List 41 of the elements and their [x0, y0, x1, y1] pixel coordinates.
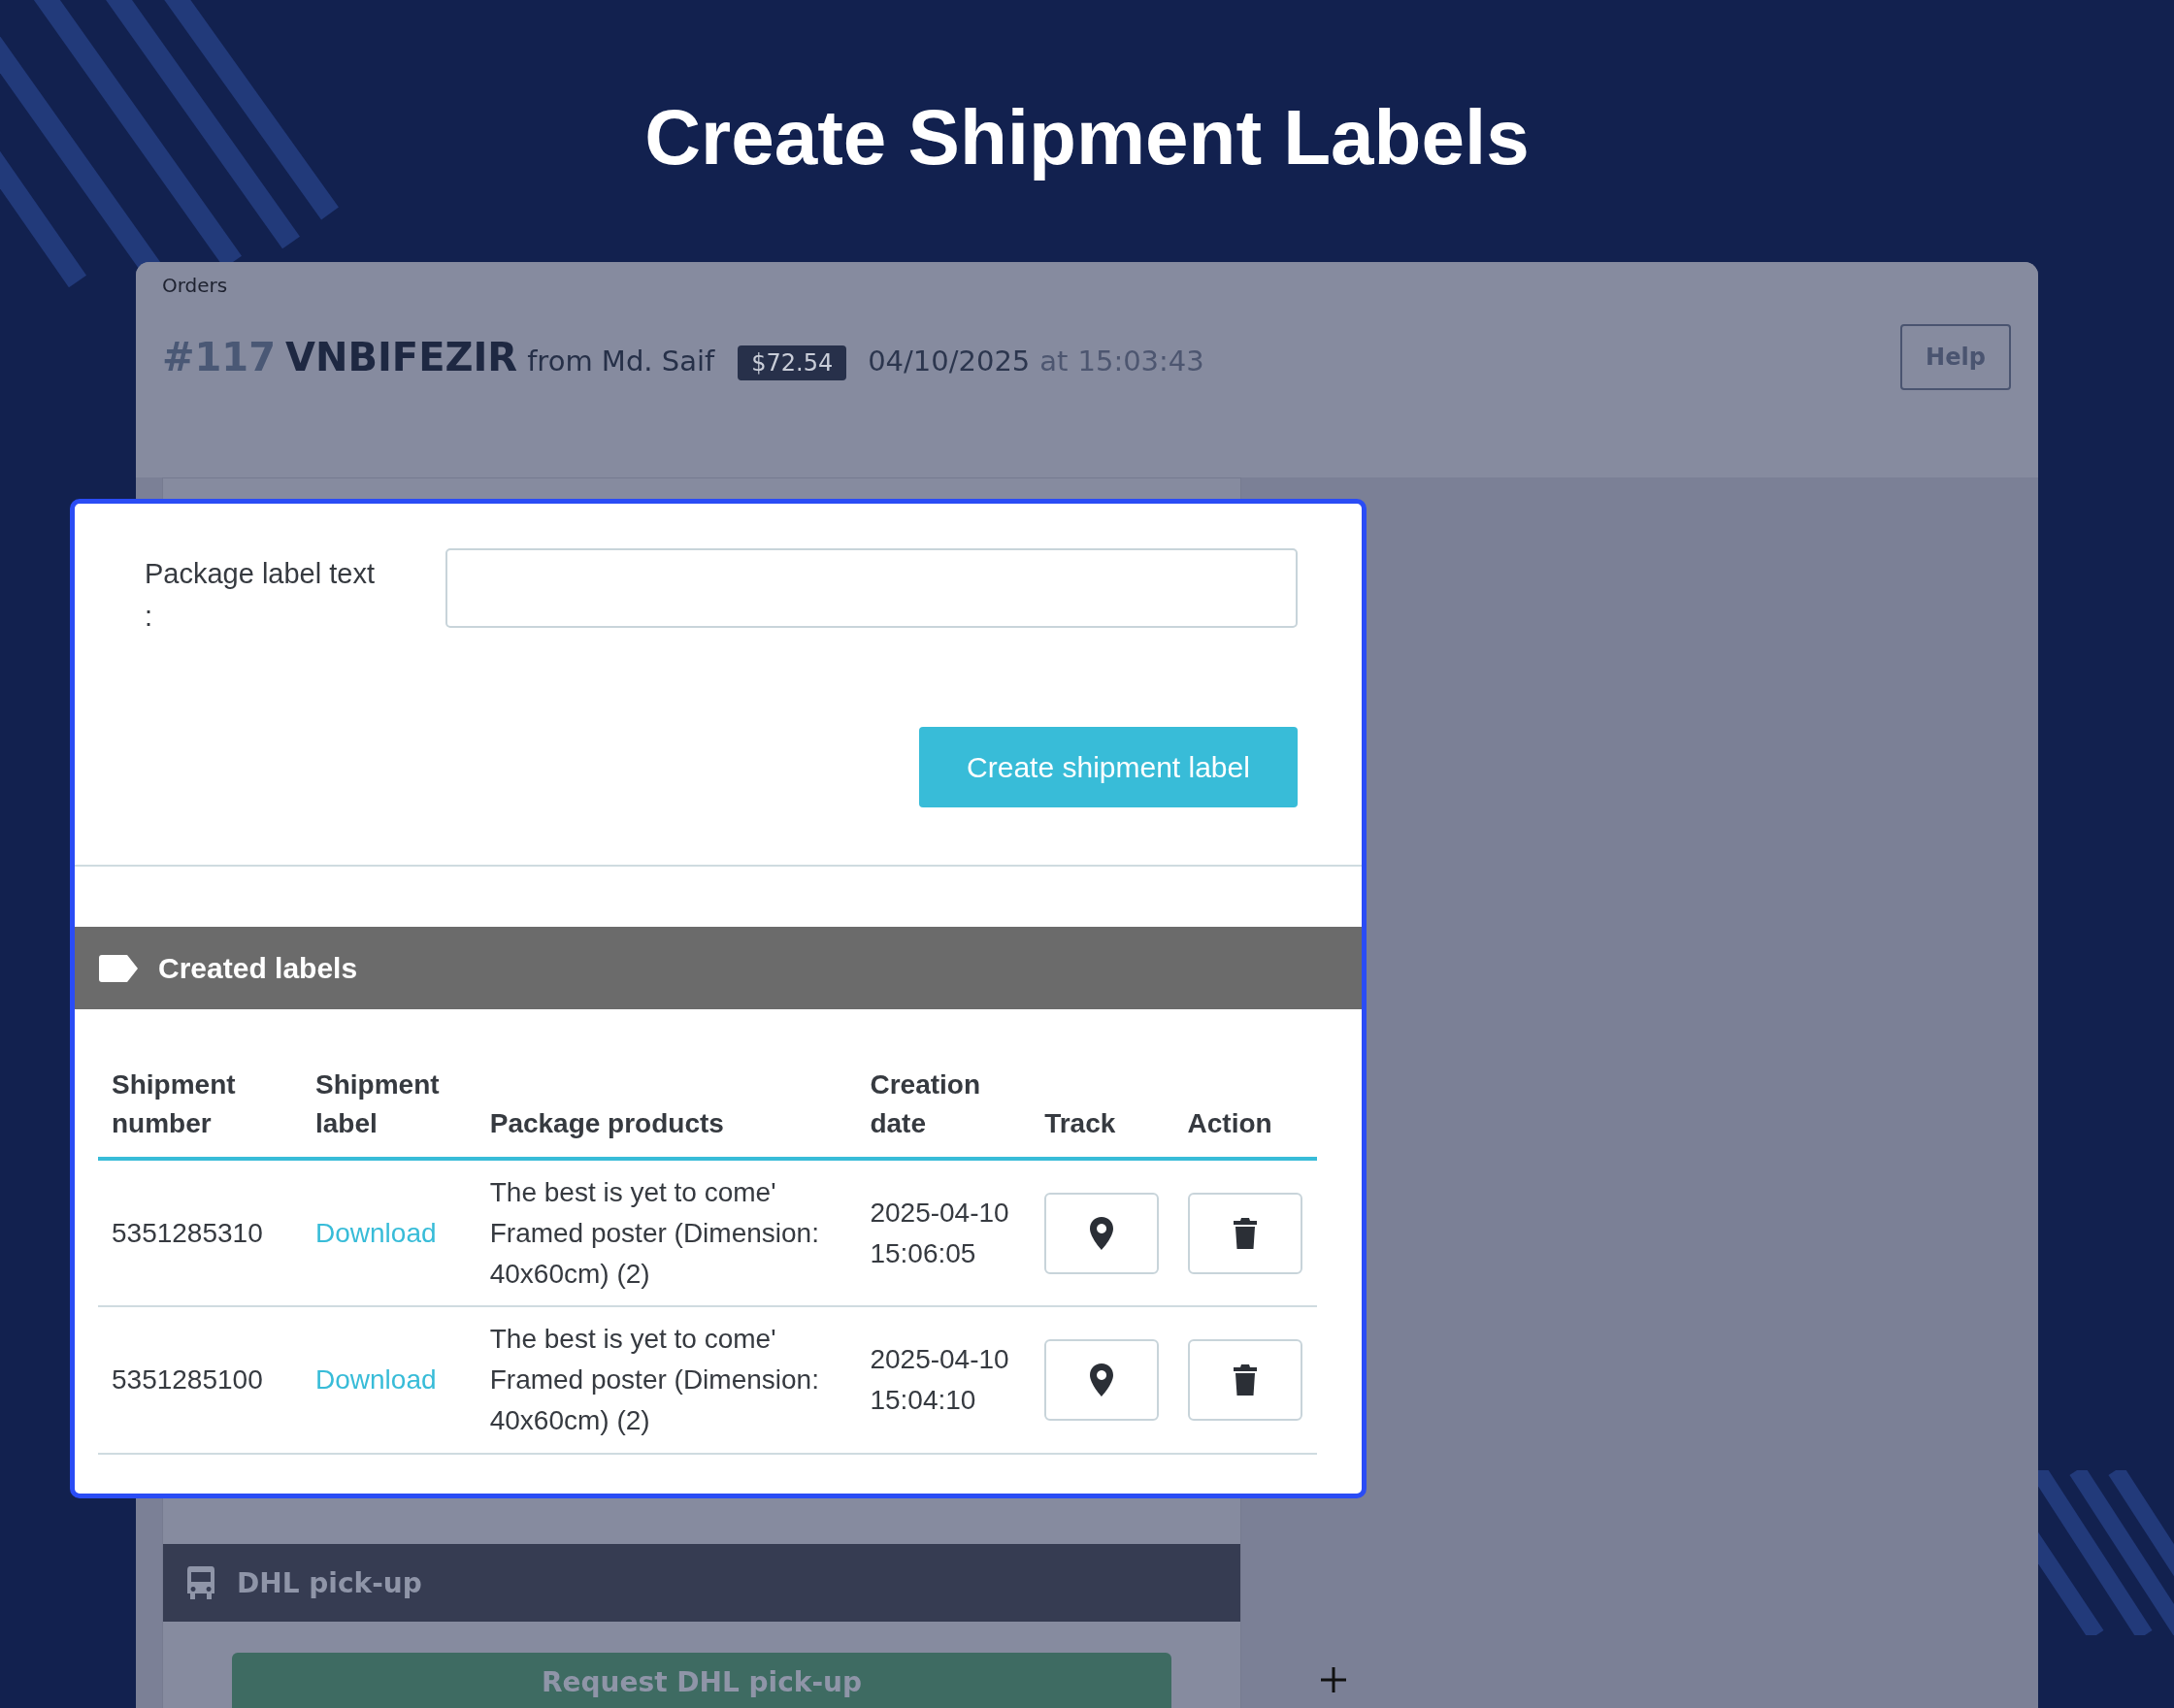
section-title: Created labels: [158, 951, 358, 985]
plus-icon: [1319, 1665, 1348, 1694]
table-cell: 5351285100: [98, 1306, 302, 1454]
column-header: Package products: [476, 1066, 857, 1159]
create-label-button[interactable]: Create shipment label: [919, 727, 1298, 807]
page-heading: Create Shipment Labels: [644, 93, 1530, 182]
table-cell: The best is yet to come' Framed poster (Dimension: 40x60cm) (2): [476, 1159, 857, 1306]
breadcrumb-link[interactable]: Orders: [162, 262, 2011, 297]
column-header: Action: [1173, 1066, 1317, 1159]
order-number: #117: [162, 334, 276, 379]
order-time: 15:03:43: [1077, 344, 1204, 378]
download-link[interactable]: Download: [315, 1364, 437, 1395]
table-cell: 2025-04-10 15:06:05: [856, 1159, 1032, 1306]
order-at: at: [1039, 344, 1069, 378]
request-pickup-button[interactable]: Request DHL pick-up: [232, 1653, 1171, 1708]
order-date: 04/10/2025: [868, 344, 1031, 378]
map-pin-icon: [1089, 1363, 1115, 1397]
track-button[interactable]: [1044, 1192, 1160, 1274]
package-label-input[interactable]: [445, 548, 1298, 628]
tag-icon: [98, 953, 139, 983]
section-title: DHL pick-up: [237, 1566, 422, 1599]
track-button[interactable]: [1044, 1339, 1160, 1421]
trash-icon: [1232, 1363, 1258, 1396]
map-pin-icon: [1089, 1215, 1115, 1251]
help-button[interactable]: Help: [1900, 324, 2011, 390]
order-total-badge: $72.54: [738, 345, 847, 380]
column-header: Shipment label: [302, 1066, 477, 1159]
column-header: Track: [1031, 1066, 1174, 1159]
table-cell: 2025-04-10 15:04:10: [856, 1306, 1032, 1454]
order-reference: VNBIFEZIR: [285, 334, 518, 379]
customer-name: from Md. Saif: [527, 344, 715, 378]
table-cell: 5351285310: [98, 1159, 302, 1306]
delete-button[interactable]: [1187, 1339, 1302, 1421]
field-label: Package label text :: [145, 557, 376, 634]
download-link[interactable]: Download: [315, 1217, 437, 1248]
trash-icon: [1232, 1216, 1258, 1250]
column-header: Shipment number: [98, 1066, 302, 1159]
column-header: Creation date: [856, 1066, 1032, 1159]
table-cell: The best is yet to come' Framed poster (Dimension: 40x60cm) (2): [476, 1306, 857, 1454]
delete-button[interactable]: [1187, 1192, 1302, 1274]
bus-icon: [186, 1564, 215, 1601]
